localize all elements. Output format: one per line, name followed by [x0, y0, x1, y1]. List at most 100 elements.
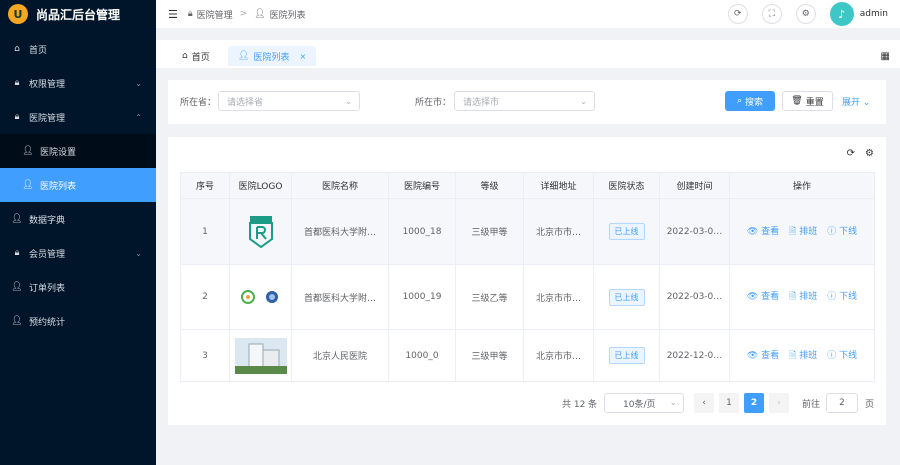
column-header: 医院编号: [388, 172, 456, 199]
status-badge: 已上线: [608, 347, 645, 364]
grid-icon[interactable]: ▦: [881, 51, 890, 62]
sidebar-item-member[interactable]: 🔒︎ 会员管理 ⌄: [0, 236, 156, 270]
page-button-current[interactable]: 2: [744, 393, 764, 413]
close-icon[interactable]: ×: [299, 52, 306, 61]
search-panel: 所在省： 请选择省 ⌄ 所在市： 请选择市 ⌄ ⌕ 搜索 🗑︎ 重置 展开 ⌄: [168, 80, 886, 124]
avatar[interactable]: ♪: [829, 2, 854, 26]
breadcrumb: 🔒︎ 医院管理 > 👤︎ 医院列表: [188, 8, 306, 21]
total-count: 共 12 条: [562, 399, 598, 410]
hospital-address: 北京市市…: [523, 329, 594, 382]
table-tools: ⟳ ⚙: [847, 148, 874, 159]
gear-icon[interactable]: ⚙: [795, 4, 816, 24]
eye-icon: 👁︎: [746, 292, 762, 302]
expand-button[interactable]: 展开 ⌄: [842, 95, 870, 108]
city-select[interactable]: 请选择市 ⌄: [454, 91, 595, 111]
user-icon: 👤︎: [11, 282, 23, 292]
sidebar-item-hospital-settings[interactable]: 👤︎ 医院设置: [0, 134, 156, 168]
table-row: 2 首都医科大学附… 1000_19 三级乙等 北京市市… 已上线 2022-0…: [180, 264, 875, 330]
table-row: 3 北京人民医院 1000_0 三级甲等 北京市市… 已上线 2022-12-0…: [180, 329, 875, 382]
schedule-button[interactable]: 🗎 排班: [789, 289, 817, 305]
trash-icon: 🗑︎: [791, 96, 803, 106]
sidebar-item-statistics[interactable]: 👤︎ 预约统计: [0, 304, 156, 338]
goto-page-input[interactable]: 2: [826, 393, 858, 413]
offline-button[interactable]: ⓘ 下线: [827, 224, 857, 240]
hospital-name: 首都医科大学附…: [291, 198, 389, 265]
schedule-button[interactable]: 🗎 排班: [789, 348, 817, 364]
refresh-icon[interactable]: ⟳: [727, 4, 748, 24]
row-actions: 👁︎ 查看 🗎 排班 ⓘ 下线: [729, 198, 875, 265]
sidebar-item-dictionary[interactable]: 👤︎ 数据字典: [0, 202, 156, 236]
document-icon: 🗎: [789, 350, 800, 361]
eye-icon: 👁︎: [746, 226, 762, 237]
view-label: 查看: [761, 350, 780, 361]
tab-home[interactable]: ⌂ 首页: [172, 46, 220, 66]
hospital-status-cell: 已上线: [593, 198, 660, 265]
lock-icon: 🔒︎: [14, 112, 20, 122]
expand-button-label: 展开: [842, 98, 861, 108]
column-header: 医院LOGO: [229, 172, 292, 199]
column-header: 医院状态: [593, 172, 660, 199]
sidebar-item-label: 医院管理: [29, 113, 66, 124]
hospital-status-cell: 已上线: [593, 264, 660, 330]
province-placeholder: 请选择省: [227, 97, 264, 108]
column-header: 等级: [455, 172, 524, 199]
pagination: 共 12 条 10条/页 ⌄ ‹ 1 2 › 前往 2 页: [168, 393, 886, 413]
offline-button[interactable]: ⓘ 下线: [827, 289, 857, 305]
hospital-code: 1000_0: [388, 329, 456, 382]
user-icon: 👤︎: [22, 180, 34, 190]
offline-button[interactable]: ⓘ 下线: [827, 348, 857, 364]
breadcrumb-item[interactable]: 医院管理: [197, 8, 233, 21]
sidebar-menu: ⌂ 首页 🔒︎ 权限管理 ⌄ 🔒︎ 医院管理 ⌃ 👤︎ 医院设置 👤︎ 医院列表…: [0, 32, 156, 338]
brand: U 尚品汇后台管理: [0, 0, 156, 28]
sidebar-item-hospital-list[interactable]: 👤︎ 医院列表: [0, 168, 156, 202]
sidebar-item-label: 预约统计: [29, 317, 66, 328]
created-time: 2022-12-0…: [659, 329, 730, 382]
brand-logo: U: [8, 4, 28, 24]
province-select[interactable]: 请选择省 ⌄: [218, 91, 360, 111]
view-button[interactable]: 👁︎ 查看: [747, 224, 779, 240]
chevron-down-icon: ⌄: [135, 78, 142, 88]
hamburger-icon[interactable]: ☰: [168, 8, 178, 21]
status-badge: 已上线: [608, 288, 645, 306]
home-icon: ⌂: [182, 51, 188, 61]
hospital-name: 北京人民医院: [291, 329, 389, 382]
page-size-select[interactable]: 10条/页 ⌄: [604, 393, 684, 413]
sidebar-item-label: 首页: [29, 45, 48, 56]
sidebar-item-orders[interactable]: 👤︎ 订单列表: [0, 270, 156, 304]
view-button[interactable]: 👁︎ 查看: [747, 348, 779, 364]
username[interactable]: admin: [860, 9, 888, 19]
sidebar-item-label: 医院设置: [40, 147, 77, 158]
hospital-level: 三级甲等: [455, 198, 524, 265]
created-time: 2022-03-0…: [659, 198, 730, 265]
next-page-button[interactable]: ›: [769, 393, 789, 413]
hospital-logo-image: [233, 289, 288, 305]
hospital-logo-image: [233, 215, 288, 249]
sidebar-item-hospital-manage[interactable]: 🔒︎ 医院管理 ⌃: [0, 100, 156, 134]
schedule-button[interactable]: 🗎 排班: [789, 224, 817, 240]
chevron-up-icon: ⌃: [135, 112, 142, 122]
row-index: 1: [180, 198, 230, 265]
view-button[interactable]: 👁︎ 查看: [747, 289, 779, 305]
gear-icon[interactable]: ⚙: [865, 148, 874, 159]
refresh-icon[interactable]: ⟳: [847, 148, 855, 159]
prev-page-button[interactable]: ‹: [694, 393, 714, 413]
sidebar-item-home[interactable]: ⌂ 首页: [0, 32, 156, 66]
breadcrumb-separator: >: [239, 9, 248, 19]
row-actions: 👁︎ 查看 🗎 排班 ⓘ 下线: [729, 329, 875, 382]
sidebar-item-label: 医院列表: [40, 181, 77, 192]
table-row: 1 首都医科大学附… 1000_18 三级甲等 北京市市… 已上线 2022-0…: [180, 198, 875, 265]
page-button[interactable]: 1: [719, 393, 739, 413]
sidebar-item-label: 数据字典: [29, 215, 66, 226]
document-icon: 🗎: [789, 292, 800, 302]
city-placeholder: 请选择市: [463, 97, 500, 108]
user-icon: 👤︎: [254, 9, 266, 19]
row-index: 3: [180, 329, 230, 382]
tab-label: 医院列表: [253, 52, 290, 63]
reset-button[interactable]: 🗑︎ 重置: [782, 91, 833, 111]
search-button[interactable]: ⌕ 搜索: [725, 91, 775, 111]
breadcrumb-item: 医院列表: [269, 10, 306, 21]
hospital-level: 三级甲等: [455, 329, 524, 382]
sidebar-item-permission[interactable]: 🔒︎ 权限管理 ⌄: [0, 66, 156, 100]
tab-hospital-list[interactable]: 👤︎ 医院列表 ×: [228, 46, 317, 66]
fullscreen-icon[interactable]: ⛶: [761, 4, 782, 24]
